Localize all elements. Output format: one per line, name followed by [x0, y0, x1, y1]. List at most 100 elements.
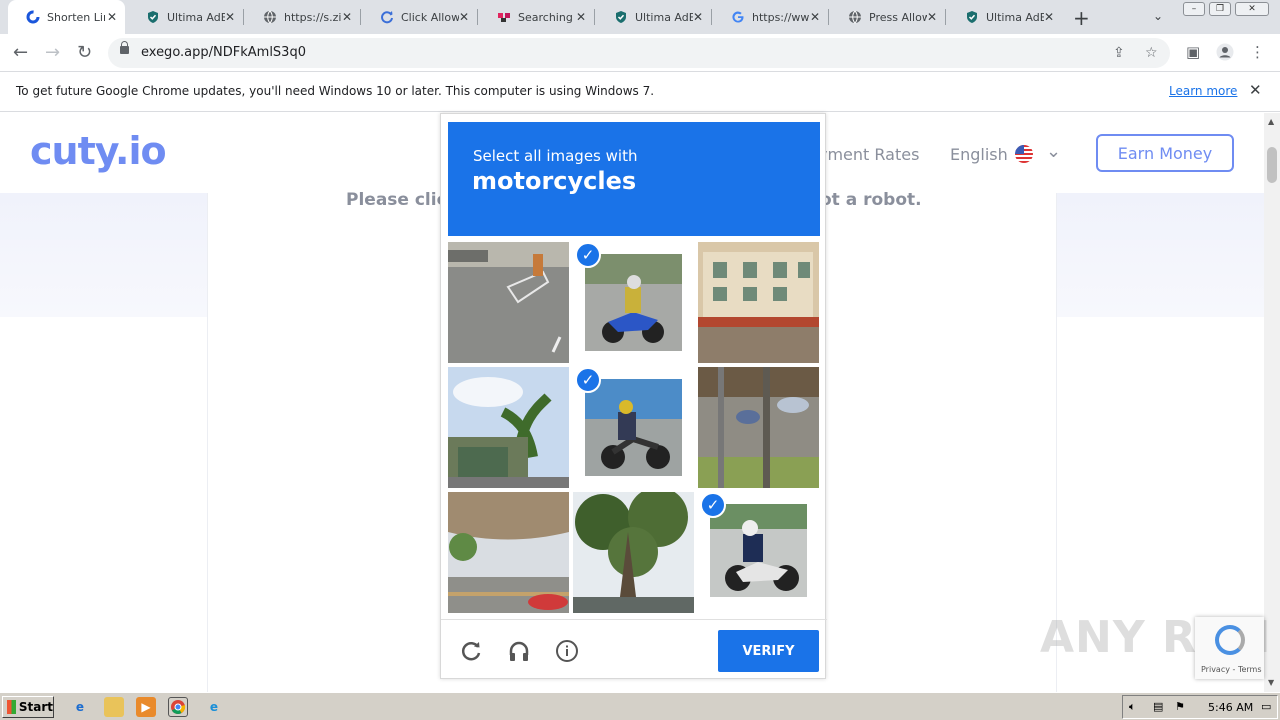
tab-title: Ultima AdBl [986, 10, 1044, 24]
maximize-icon[interactable]: ❐ [1209, 2, 1231, 16]
earn-money-button[interactable]: Earn Money [1096, 134, 1234, 172]
captcha-tile-1[interactable] [448, 242, 569, 363]
taskbar-clock: 5:46 AM [1208, 701, 1254, 714]
tab-separator [360, 9, 361, 25]
learn-more-link[interactable]: Learn more [1169, 84, 1237, 98]
edge-icon[interactable]: e [204, 697, 224, 717]
media-player-icon[interactable]: ▶ [136, 697, 156, 717]
scroll-up-icon[interactable]: ▲ [1268, 117, 1274, 126]
headphones-icon[interactable] [505, 637, 533, 665]
captcha-target: motorcycles [472, 167, 637, 195]
side-panel-icon[interactable]: ▣ [1186, 43, 1200, 61]
kebab-menu-icon[interactable]: ⋮ [1250, 43, 1265, 61]
chevron-down-icon[interactable]: ⌄ [1046, 141, 1061, 162]
reload-icon[interactable] [457, 637, 485, 665]
network-icon[interactable]: ▤ [1153, 700, 1163, 713]
tab-title: Searching f [518, 10, 576, 24]
close-icon[interactable]: ✕ [459, 10, 469, 24]
volume-icon[interactable]: 🔈︎ [1129, 700, 1136, 714]
folder-icon[interactable] [104, 697, 124, 717]
tab-separator [711, 9, 712, 25]
recaptcha-logo-icon [1215, 625, 1245, 655]
address-bar[interactable]: exego.app/NDFkAmlS3q0 ⇪ ☆ [108, 38, 1170, 68]
recaptcha-badge-label: Privacy - Terms [1201, 665, 1262, 674]
captcha-tile-7[interactable] [448, 492, 569, 613]
lock-icon [120, 41, 129, 54]
tab-ultima-adblock[interactable]: Ultima AdBl ✕ [128, 0, 243, 34]
flag-icon[interactable]: ⚑ [1175, 700, 1185, 713]
close-icon[interactable]: ✕ [1249, 81, 1262, 99]
tab-searching[interactable]: Searching f ✕ [479, 0, 594, 34]
scroll-thumb[interactable] [1267, 147, 1277, 183]
tab-shorten-link[interactable]: Shorten Lin ✕ [8, 0, 125, 34]
captcha-instruction: Select all images with [473, 147, 638, 165]
shield-icon [614, 10, 628, 24]
close-icon[interactable]: ✕ [342, 10, 352, 24]
show-desktop-icon[interactable]: ▭ [1261, 700, 1271, 713]
tab-click-allow[interactable]: Click Allow ✕ [362, 0, 477, 34]
windows-logo-icon [7, 700, 16, 714]
close-window-icon[interactable]: ✕ [1235, 2, 1269, 16]
tab-separator [945, 9, 946, 25]
info-icon[interactable] [553, 637, 581, 665]
captcha-challenge: Select all images with motorcycles ✓ ✓ ✓… [440, 113, 827, 679]
language-selector[interactable]: English [950, 145, 1008, 164]
chevron-down-icon[interactable]: ⌄ [1153, 9, 1163, 23]
cuty-icon [26, 10, 40, 24]
captcha-tile-4[interactable] [448, 367, 569, 488]
captcha-tile-8[interactable] [573, 492, 694, 613]
tab-strip: Shorten Lin ✕ Ultima AdBl ✕ https://s.zi… [0, 0, 1280, 34]
close-icon[interactable]: ✕ [810, 10, 820, 24]
browser-toolbar: ← → ↻ exego.app/NDFkAmlS3q0 ⇪ ☆ ▣ ⋮ [0, 34, 1280, 72]
us-flag-icon [1015, 145, 1033, 163]
verify-button[interactable]: VERIFY [718, 630, 819, 672]
start-label: Start [18, 700, 53, 714]
forward-arrow-icon[interactable]: → [45, 42, 60, 63]
system-tray: 🔈︎ ▤ ⚑ ▭ [1122, 695, 1278, 719]
nav-payment-rates[interactable]: yment Rates [818, 145, 919, 164]
page-scrollbar[interactable]: ▲ ▼ [1264, 113, 1280, 692]
tab-title: Press Allow [869, 10, 927, 24]
globe-icon [848, 10, 862, 24]
close-icon[interactable]: ✕ [107, 10, 117, 24]
close-icon[interactable]: ✕ [576, 10, 586, 24]
new-tab-icon[interactable]: + [1073, 6, 1090, 30]
check-icon: ✓ [575, 242, 601, 268]
tab-google-url[interactable]: https://ww ✕ [713, 0, 828, 34]
windows-taskbar: Start e ▶ e 🔈︎ ▤ ⚑ ▭ 5:46 AM [0, 692, 1280, 720]
chrome-icon[interactable] [168, 697, 188, 717]
tab-title: Ultima AdBl [167, 10, 225, 24]
star-icon[interactable]: ☆ [1145, 45, 1158, 61]
globe-icon [263, 10, 277, 24]
close-icon[interactable]: ✕ [927, 10, 937, 24]
reload-icon[interactable]: ↻ [77, 42, 92, 63]
start-button[interactable]: Start [2, 696, 54, 718]
tab-title: Shorten Lin [47, 10, 105, 24]
internet-explorer-icon[interactable]: e [70, 697, 90, 717]
scroll-down-icon[interactable]: ▼ [1268, 678, 1274, 687]
tab-title: Click Allow [401, 10, 459, 24]
back-arrow-icon[interactable]: ← [13, 42, 28, 63]
captcha-tile-3[interactable] [698, 242, 819, 363]
close-icon[interactable]: ✕ [1044, 10, 1054, 24]
shield-icon [965, 10, 979, 24]
recaptcha-badge[interactable]: Privacy - Terms [1195, 617, 1264, 679]
share-icon[interactable]: ⇪ [1113, 45, 1125, 61]
tab-ultima-adblock-3[interactable]: Ultima AdBl ✕ [947, 0, 1062, 34]
close-icon[interactable]: ✕ [225, 10, 235, 24]
tab-sz-url[interactable]: https://s.zi ✕ [245, 0, 360, 34]
tab-separator [828, 9, 829, 25]
close-icon[interactable]: ✕ [693, 10, 703, 24]
tab-separator [243, 9, 244, 25]
tab-separator [477, 9, 478, 25]
profile-icon[interactable] [1216, 43, 1234, 65]
captcha-tile-6[interactable] [698, 367, 819, 488]
tab-ultima-adblock-2[interactable]: Ultima AdBl ✕ [596, 0, 711, 34]
check-icon: ✓ [700, 492, 726, 518]
tab-press-allow[interactable]: Press Allow ✕ [830, 0, 945, 34]
site-logo[interactable]: cuty.io [30, 129, 167, 173]
tab-title: https://ww [752, 10, 810, 24]
minimize-icon[interactable]: – [1183, 2, 1205, 16]
google-icon [731, 10, 745, 24]
prompt-text-left: Please clic [346, 190, 447, 210]
